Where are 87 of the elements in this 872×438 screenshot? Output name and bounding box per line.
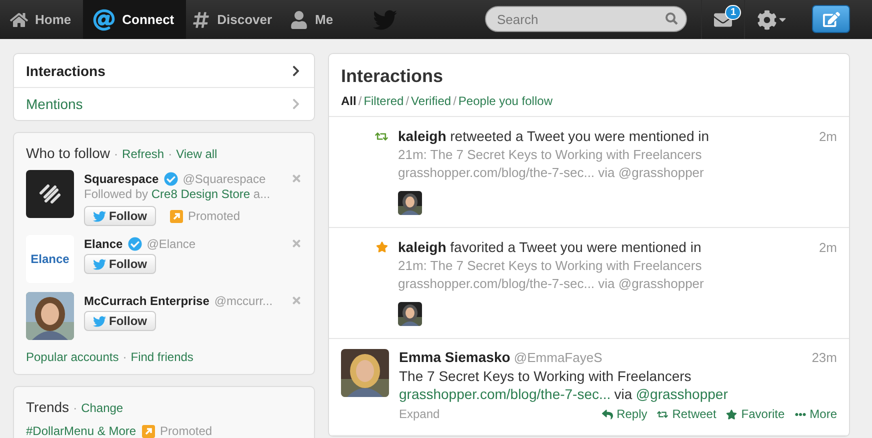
link[interactable]: View all [176,147,218,161]
bird-icon [93,258,106,270]
account-name[interactable]: McCurrach Enterprise [84,294,210,308]
chevron-icon [290,64,302,76]
link[interactable]: Refresh [122,147,164,161]
search-field[interactable]: Search [485,6,687,32]
nav-tab[interactable]: Discover [186,0,284,39]
tweet-text: The 7 Secret Keys to Working with Freelancers [399,368,692,384]
person-icon [290,10,308,28]
action-link[interactable]: Retweet [657,407,716,421]
tweet-text: grasshopper.com/blog/the-7-sec... via @grasshopper [398,165,704,180]
link[interactable]: Popular accounts [26,350,119,364]
timestamp: 23m [812,349,837,367]
section-title: Who to follow [26,145,110,161]
timestamp: 2m [818,239,837,257]
envelope-icon [714,10,732,28]
close-icon[interactable] [291,295,302,306]
panel-title: Interactions [341,66,444,87]
tweet-link[interactable]: grasshopper.com/blog/the-7-sec... [399,386,611,402]
filter-link[interactable]: All [341,94,356,108]
nav-tab[interactable]: Connect [83,0,186,39]
account-handle: @mccurr... [214,294,274,308]
action-link[interactable]: More [794,407,837,421]
author-handle: @EmmaFayeS [514,350,602,365]
home-icon [10,10,28,28]
follow-button[interactable]: Follow [84,206,156,226]
separator-slash: / [453,94,456,108]
separator-slash: / [358,94,362,108]
section-title: Trends [26,399,70,415]
search-icon [665,12,678,25]
account-handle: @Squarespace [182,172,267,186]
star-icon [376,241,388,253]
mention-link[interactable]: @grasshopper [636,386,728,402]
activity-text: kaleigh favorited a Tweet you were mentioned in [398,238,702,256]
tweet-text: grasshopper.com/blog/the-7-sec... via @grasshopper [398,276,704,291]
filter-link[interactable]: Filtered [364,94,404,108]
bird-icon [93,210,106,222]
trend-link[interactable]: #DollarMenu & More [26,424,136,438]
timestamp: 2m [818,128,837,146]
reply-icon [602,408,613,420]
retweet-icon [657,408,668,420]
retweet-icon [375,130,388,143]
expand-link[interactable]: Expand [399,405,440,423]
close-icon[interactable] [291,173,302,184]
tweet-text: 21m: The 7 Secret Keys to Working with Freelancers [398,258,702,273]
promoted-label: Promoted [170,209,240,223]
account-name[interactable]: Squarespace [84,172,159,186]
sidebar-item[interactable]: Mentions [14,87,314,120]
filter-link[interactable]: People you follow [458,94,552,108]
separator-slash: / [406,94,410,108]
link[interactable]: Change [81,401,124,415]
activity-text: kaleigh retweeted a Tweet you were mentioned in [398,127,710,145]
compose-button[interactable] [812,5,850,33]
author-name[interactable]: Emma Siemasko [399,349,510,365]
separator-dot: · [122,350,127,364]
followed-by-text: Followed by Cre8 Design Store a... [84,187,272,203]
messages-button[interactable]: 1 [701,0,744,39]
filter-link[interactable]: Verified [411,94,452,108]
separator-dot: · [114,147,118,161]
chevron-icon [290,98,302,110]
promoted-label: Promoted [142,424,212,438]
bird-icon [93,314,106,328]
bird-icon [373,8,398,32]
action-link[interactable]: Favorite [726,407,785,421]
account-name[interactable]: Elance [84,236,123,250]
action-link[interactable]: Reply [602,407,648,421]
separator-dot: · [168,147,172,161]
count-badge: 1 [725,5,741,20]
via-text: via [614,386,632,402]
elance-logo: Elance [26,235,74,283]
link[interactable]: Find friends [130,350,194,364]
squarespace-logo [26,170,74,218]
follow-button[interactable]: Follow [84,311,156,331]
hashtag-icon [192,10,210,28]
separator-dot: · [73,401,78,415]
promoted-icon [170,210,183,222]
nav-tab[interactable]: Home [4,0,84,39]
nav-tab[interactable]: Me [284,0,346,39]
compose-icon [822,10,840,28]
settings-icon [757,10,777,30]
star-icon [726,408,738,420]
follow-button[interactable]: Follow [84,254,156,274]
close-icon[interactable] [291,238,302,249]
account-handle: @Elance [146,236,197,250]
sidebar-item[interactable]: Interactions [14,54,314,87]
tweet-text: 21m: The 7 Secret Keys to Working with Freelancers [398,147,702,162]
at-icon [93,8,116,30]
